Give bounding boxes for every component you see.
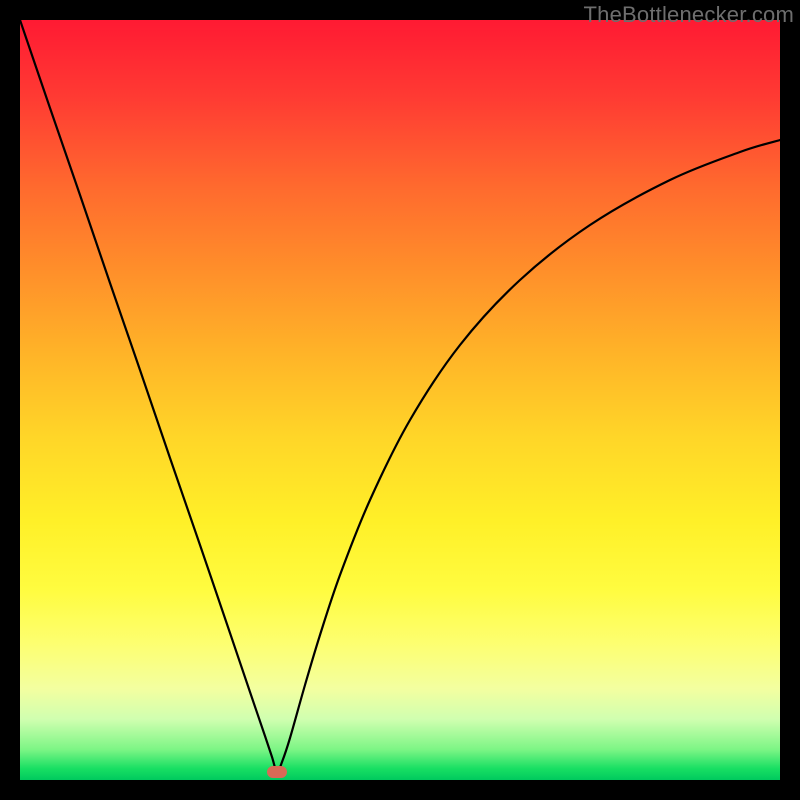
watermark-text: TheBottlenecker.com	[584, 2, 794, 28]
chart-frame	[20, 20, 780, 780]
minimum-marker	[267, 766, 287, 778]
bottleneck-curve	[20, 20, 780, 772]
chart-svg	[20, 20, 780, 780]
